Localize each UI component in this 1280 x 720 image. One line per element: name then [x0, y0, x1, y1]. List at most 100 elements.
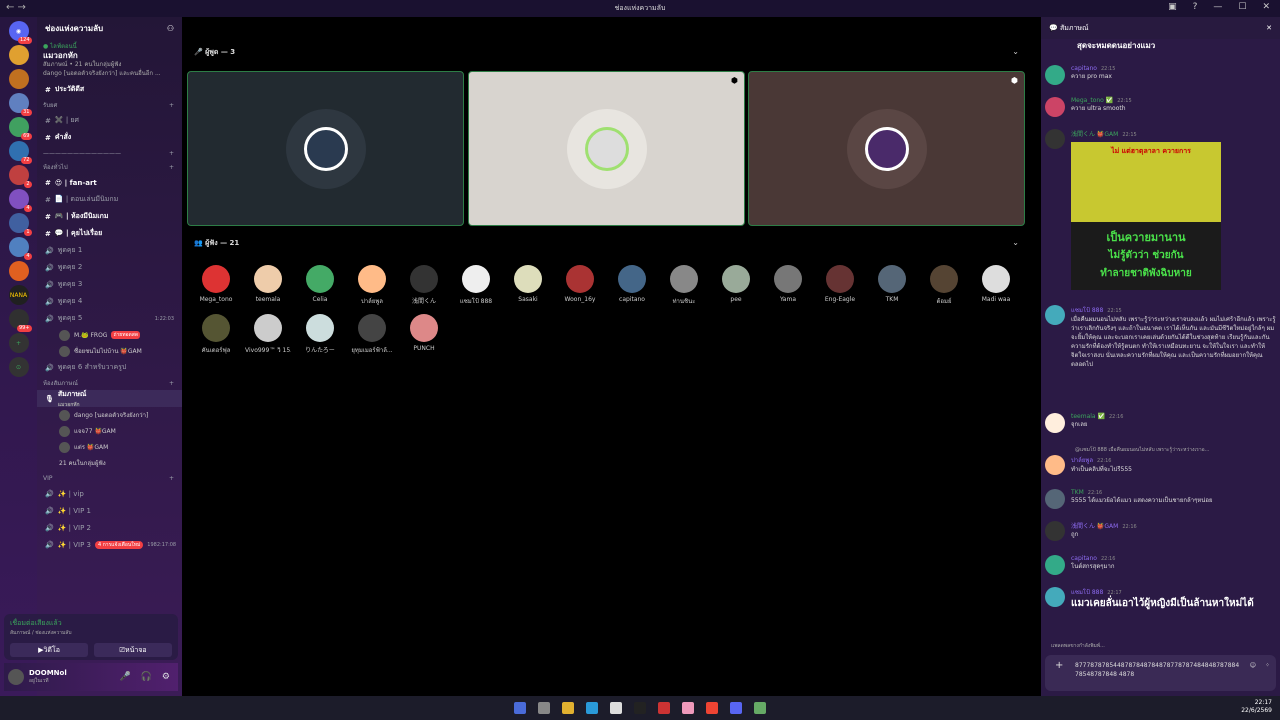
channel-item[interactable]: # 💬 | คุยไปเรื่อย [37, 225, 182, 242]
stage-channel[interactable]: 🎙 สัมภาษณ์ แมวอกหัก [37, 390, 182, 408]
voice-channel[interactable]: 🔊 ✨ | VIP 1 [37, 502, 182, 519]
apps-icon[interactable]: ⁘ [1265, 661, 1270, 670]
stage-audience-count[interactable]: 21 คนในกลุ่มผู้ฟัง [37, 455, 182, 471]
clock[interactable]: 22:17 22/6/2569 [1241, 699, 1272, 715]
audience-member[interactable]: pee [713, 265, 759, 303]
stage-user[interactable]: แจจ77 👹GAM [37, 423, 182, 439]
server-icon[interactable] [8, 261, 29, 281]
meme-image[interactable]: ไม่ แต่ฮาตุลาลา ควายการ เป็นควายมานาน ไม… [1071, 142, 1221, 290]
speaker-tile[interactable] [187, 71, 464, 226]
chat-message[interactable]: capitano 22:15 ควาย pro max [1045, 65, 1277, 85]
app-icon[interactable] [610, 702, 622, 714]
chat-message[interactable]: capitano 22:16 โนต์สกรสุดๆมาก [1045, 555, 1277, 575]
channel-item[interactable]: # 🎮 | ห้องมีนิมเกม [37, 208, 182, 225]
chat-message[interactable]: ปาล์ยพูล 22:16 ทำเป็นคลิปที่จะไปรี555 [1045, 455, 1277, 475]
chevron-down-icon[interactable]: ⌄ [1012, 47, 1019, 56]
voice-user[interactable]: M.🐸 FROG ถ่ายทอดสด [37, 327, 182, 343]
server-icon[interactable]: 4 [8, 189, 32, 212]
live-event[interactable]: ● ไลฟ์ตอนนี้ แมวอกหัก สัมภาษณ์ • 21 คนใน… [37, 39, 182, 81]
help-icon[interactable]: ? [1193, 2, 1198, 12]
screen-share-button[interactable]: ⎚ หน้าจอ [94, 643, 172, 657]
chat-message[interactable]: Mega_tono ✅ 22:15 ควาย ultra smooth [1045, 97, 1277, 117]
chat-message[interactable]: 浅間くん 👹GAM 22:16 ถูก [1045, 521, 1277, 541]
tiktok-icon[interactable] [634, 702, 646, 714]
voice-channel[interactable]: 🔊 พูดคุย 3 [37, 276, 182, 293]
audience-member[interactable]: りんたろー [297, 314, 343, 354]
chat-message[interactable]: 浅間くん 👹GAM 22:15 ไม่ แต่ฮาตุลาลา ควายการ เ… [1045, 129, 1277, 290]
audience-member[interactable]: ยุทุมเมอร์ฟ้าล้... [349, 314, 395, 355]
speaker-tile[interactable]: ⬢ [748, 71, 1025, 226]
add-attachment-icon[interactable]: + [1055, 661, 1063, 671]
voice-channel[interactable]: 🔊 ✨ | VIP 2 [37, 519, 182, 536]
app-icon[interactable] [754, 702, 766, 714]
audience-member[interactable]: capitano [609, 265, 655, 303]
audience-member[interactable]: ท่านชินะ [661, 265, 707, 306]
audience-member[interactable]: Woon_16y [557, 265, 603, 303]
chat-message[interactable]: แซมโป้ 888 22:17 แมวเคยลั่นเอาไว้ผู้หญิงมี… [1045, 587, 1277, 611]
message-input[interactable]: +877787878544878784878487877878748484878… [1045, 655, 1276, 691]
category-header[interactable]: ห้องทั่วไป + [37, 160, 182, 174]
audience-member[interactable]: TKM [869, 265, 915, 303]
start-icon[interactable] [514, 702, 526, 714]
audience-member[interactable]: Vivo999™ วิ 15... [245, 314, 291, 355]
audience-member[interactable]: Celia [297, 265, 343, 303]
audience-member[interactable]: PUNCH [401, 314, 447, 352]
chrome-icon[interactable] [706, 702, 718, 714]
audience-member[interactable]: Sasaki [505, 265, 551, 303]
invite-icon[interactable]: ⚇ [167, 24, 174, 33]
chevron-down-icon[interactable]: ⌄ [1012, 238, 1019, 247]
inbox-icon[interactable]: ▣ [1168, 2, 1177, 12]
headphones-icon[interactable]: 🎧 [141, 672, 152, 682]
chat-message[interactable]: TKM 22:16 5555 ได้แมวย้อได้แมว แสดงความเป็… [1045, 489, 1277, 509]
server-icon[interactable] [8, 45, 29, 65]
voice-channel[interactable]: 🔊 พูดคุย 4 [37, 293, 182, 310]
server-icon[interactable]: NANA [8, 285, 29, 305]
avatar[interactable] [8, 669, 24, 685]
server-icon[interactable]: 69 [8, 117, 32, 140]
audience-member[interactable]: 浅間くん [401, 265, 447, 305]
voice-channel[interactable]: 🔊 พูดคุย 5 1:22:03 [37, 310, 182, 327]
direct-messages-icon[interactable]: ◉ 124 [8, 21, 32, 44]
close-icon[interactable]: ✕ [1266, 24, 1272, 32]
voice-user[interactable]: ซื่อยชนไม่ไปบ้าน 👹GAM [37, 343, 182, 359]
chat-message[interactable]: แซมโป้ 888 22:15 เมื่อคืนผมนอนไม่หลับ เพรา… [1045, 305, 1277, 369]
audience-member[interactable]: คันเดอร์ฟุล [193, 314, 239, 355]
server-icon[interactable]: 4 [8, 237, 32, 260]
edge-icon[interactable] [586, 702, 598, 714]
minimize-icon[interactable]: — [1213, 2, 1222, 12]
channel-item[interactable]: # ✖️ | ยศ [37, 112, 182, 129]
audience-member[interactable]: ปาล์ยพูล [349, 265, 395, 306]
notification-badge[interactable]: 4 การแจ้งเตือนใหม่ [95, 540, 144, 549]
maximize-icon[interactable]: ☐ [1238, 2, 1246, 12]
reply-preview[interactable]: @แซมโป้ 888 เมื่อคืนผมนอนไม่หลับ เพราะรู… [1075, 446, 1275, 454]
microphone-icon[interactable]: 🎤 [119, 672, 130, 682]
server-icon[interactable]: 31 [8, 93, 32, 116]
app-icon[interactable] [658, 702, 670, 714]
add-server-icon[interactable]: + [8, 333, 29, 353]
category-header[interactable]: VIP + [37, 471, 182, 485]
voice-channel[interactable]: 🔊 พูดคุย 1 [37, 242, 182, 259]
audience-member[interactable]: แซมโป้ 888 [453, 265, 499, 306]
settings-icon[interactable]: ⚙ [162, 672, 170, 682]
server-icon[interactable]: 1 [8, 213, 32, 236]
channel-item[interactable]: # คำสั่ง [37, 129, 182, 146]
discover-icon[interactable]: ⊙ [8, 357, 29, 377]
audience-member[interactable]: Yama [765, 265, 811, 303]
voice-channel[interactable]: 🔊 พูดคุย 6 สำหรับวาครูป [37, 359, 182, 376]
video-button[interactable]: ▶ วิดีโอ [10, 643, 88, 657]
server-header[interactable]: ช่องแห่งความลับ ⚇ [37, 17, 182, 39]
server-icon[interactable]: 72 [8, 141, 32, 164]
audience-member[interactable]: Eng-Eagle [817, 265, 863, 303]
file-explorer-icon[interactable] [562, 702, 574, 714]
audience-header[interactable]: 👥 ผู้ฟัง — 21 [194, 238, 239, 249]
voice-channel[interactable]: 🔊 ✨ | vip [37, 485, 182, 502]
chat-message[interactable]: teemala ✅ 22:16 จุกเลย [1045, 413, 1277, 433]
voice-channel[interactable]: 🔊 ✨ | VIP 34 การแจ้งเตือนใหม่ 1982:17:08 [37, 536, 182, 553]
discord-icon[interactable] [730, 702, 742, 714]
audience-member[interactable]: Madi waa [973, 265, 1019, 303]
close-icon[interactable]: ✕ [1262, 2, 1270, 12]
audience-member[interactable]: Mega_tono [193, 265, 239, 303]
app-icon[interactable] [682, 702, 694, 714]
stage-user[interactable]: แต่ร 👹GAM [37, 439, 182, 455]
server-icon[interactable]: 2 [8, 165, 32, 188]
